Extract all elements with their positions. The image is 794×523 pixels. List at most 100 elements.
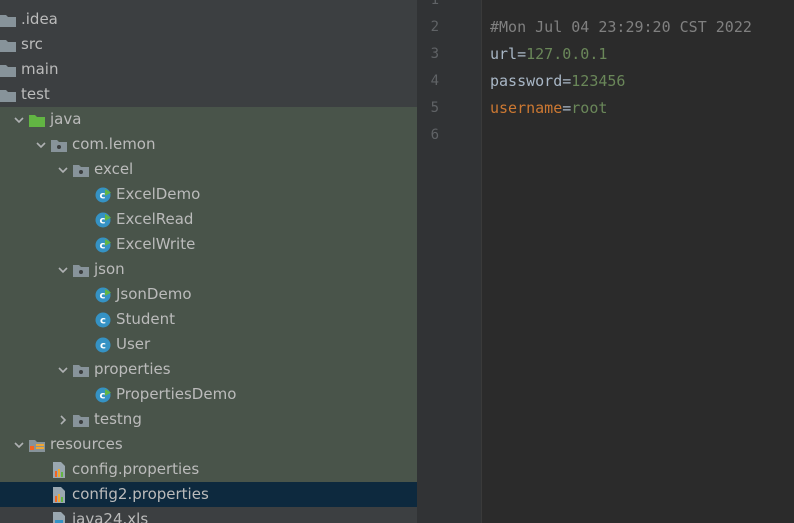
tree-item-label: json: [94, 260, 125, 278]
separator-token: =: [517, 45, 527, 63]
java-class-icon: c: [95, 312, 111, 328]
folder-icon: [0, 37, 16, 53]
folder-icon: [0, 62, 16, 78]
excel-file-icon: [51, 511, 67, 523]
svg-text:c: c: [100, 315, 106, 326]
tree-item-label: ExcelRead: [116, 210, 194, 228]
line-number: 2: [430, 19, 439, 35]
svg-text:c: c: [100, 215, 106, 226]
tree-item-resources[interactable]: resources: [0, 432, 417, 457]
tree-item-label: PropertiesDemo: [116, 385, 237, 403]
chevron-down-icon[interactable]: [9, 432, 29, 457]
separator-token: =: [562, 99, 572, 117]
editor-gutter: 1 2 3 4 5 6: [417, 0, 482, 523]
svg-text:c: c: [100, 240, 106, 251]
code-line[interactable]: password=123456: [490, 68, 625, 95]
tree-item-label: JsonDemo: [116, 285, 192, 303]
tree-item-java[interactable]: java: [0, 107, 417, 132]
tree-item-label: .idea: [21, 10, 58, 28]
tree-item-propertiesdemo[interactable]: c PropertiesDemo: [0, 382, 417, 407]
code-line[interactable]: url=127.0.0.1: [490, 41, 607, 68]
tree-item-config2-properties[interactable]: config2.properties: [0, 482, 417, 507]
svg-text:c: c: [100, 340, 106, 351]
value-token: 123456: [571, 72, 626, 90]
tree-item-java24-xls[interactable]: java24.xls: [0, 507, 417, 523]
java-class-runnable-icon: c: [95, 237, 111, 253]
comment-token: #Mon Jul 04 23:29:20 CST 2022: [490, 18, 752, 36]
properties-file-icon: [51, 461, 67, 478]
chevron-down-icon[interactable]: [53, 357, 73, 382]
tree-item-config-properties[interactable]: config.properties: [0, 457, 417, 482]
tree-item-label: java: [50, 110, 82, 128]
tree-item-label: properties: [94, 360, 171, 378]
line-number: 1: [430, 0, 439, 8]
tree-item-label: main: [21, 60, 59, 78]
svg-text:c: c: [100, 190, 106, 201]
folder-icon: [0, 12, 16, 28]
tree-item-label: resources: [50, 435, 123, 453]
value-token: 127.0.0.1: [526, 45, 608, 63]
tree-item-src[interactable]: src: [0, 32, 417, 57]
tree-item-label: config.properties: [72, 460, 200, 478]
tree-item-label: testng: [94, 410, 142, 428]
key-token: url: [490, 45, 518, 63]
chevron-down-icon[interactable]: [53, 257, 73, 282]
tree-item-label: com.lemon: [72, 135, 156, 153]
properties-file-icon: [51, 486, 67, 503]
tree-item-excelwrite[interactable]: c ExcelWrite: [0, 232, 417, 257]
chevron-down-icon[interactable]: [31, 132, 51, 157]
editor-pane[interactable]: #Mon Jul 04 23:29:20 CST 2022 url=127.0.0…: [482, 0, 794, 523]
tree-item-student[interactable]: c Student: [0, 307, 417, 332]
code-line[interactable]: #Mon Jul 04 23:29:20 CST 2022: [490, 14, 752, 41]
folder-icon: [0, 87, 16, 103]
line-number: 6: [430, 127, 439, 143]
tree-item-user[interactable]: c User: [0, 332, 417, 357]
tree-item-label: ExcelDemo: [116, 185, 201, 203]
chevron-right-icon[interactable]: [53, 407, 73, 432]
chevron-down-icon[interactable]: [53, 157, 73, 182]
package-icon: [73, 162, 89, 178]
tree-item-label: excel: [94, 160, 134, 178]
separator-token: =: [562, 72, 572, 90]
tree-item-excelread[interactable]: c ExcelRead: [0, 207, 417, 232]
tree-item-label: Student: [116, 310, 176, 328]
tree-item-main[interactable]: main: [0, 57, 417, 82]
line-number: 4: [430, 73, 439, 89]
tree-item-testng[interactable]: testng: [0, 407, 417, 432]
tree-item-test[interactable]: test: [0, 82, 417, 107]
test-resources-folder-icon: [29, 437, 45, 453]
tree-item--idea[interactable]: .idea: [0, 7, 417, 32]
package-icon: [73, 362, 89, 378]
java-class-icon: c: [95, 337, 111, 353]
svg-text:c: c: [100, 290, 106, 301]
tree-item-label: ExcelWrite: [116, 235, 196, 253]
tree-item-label: test: [21, 85, 50, 103]
tree-item-label: config2.properties: [72, 485, 209, 503]
chevron-down-icon[interactable]: [9, 107, 29, 132]
tree-item-exceldemo[interactable]: c ExcelDemo: [0, 182, 417, 207]
package-icon: [73, 412, 89, 428]
java-class-runnable-icon: c: [95, 187, 111, 203]
key-token: username: [490, 99, 563, 117]
tree-item-json[interactable]: json: [0, 257, 417, 282]
tree-item-label: java24.xls: [72, 510, 149, 523]
project-tree-panel: .idea src main test java com.lemon excel c Excel…: [0, 0, 417, 523]
tree-item-properties[interactable]: properties: [0, 357, 417, 382]
tree-item-jsondemo[interactable]: c JsonDemo: [0, 282, 417, 307]
line-number: 5: [430, 100, 439, 116]
test-source-folder-icon: [29, 112, 45, 128]
tree-item-excel[interactable]: excel: [0, 157, 417, 182]
tree-item-label: src: [21, 35, 43, 53]
package-icon: [51, 137, 67, 153]
java-class-runnable-icon: c: [95, 387, 111, 403]
tree-item-com-lemon[interactable]: com.lemon: [0, 132, 417, 157]
code-line[interactable]: username=root: [490, 95, 607, 122]
